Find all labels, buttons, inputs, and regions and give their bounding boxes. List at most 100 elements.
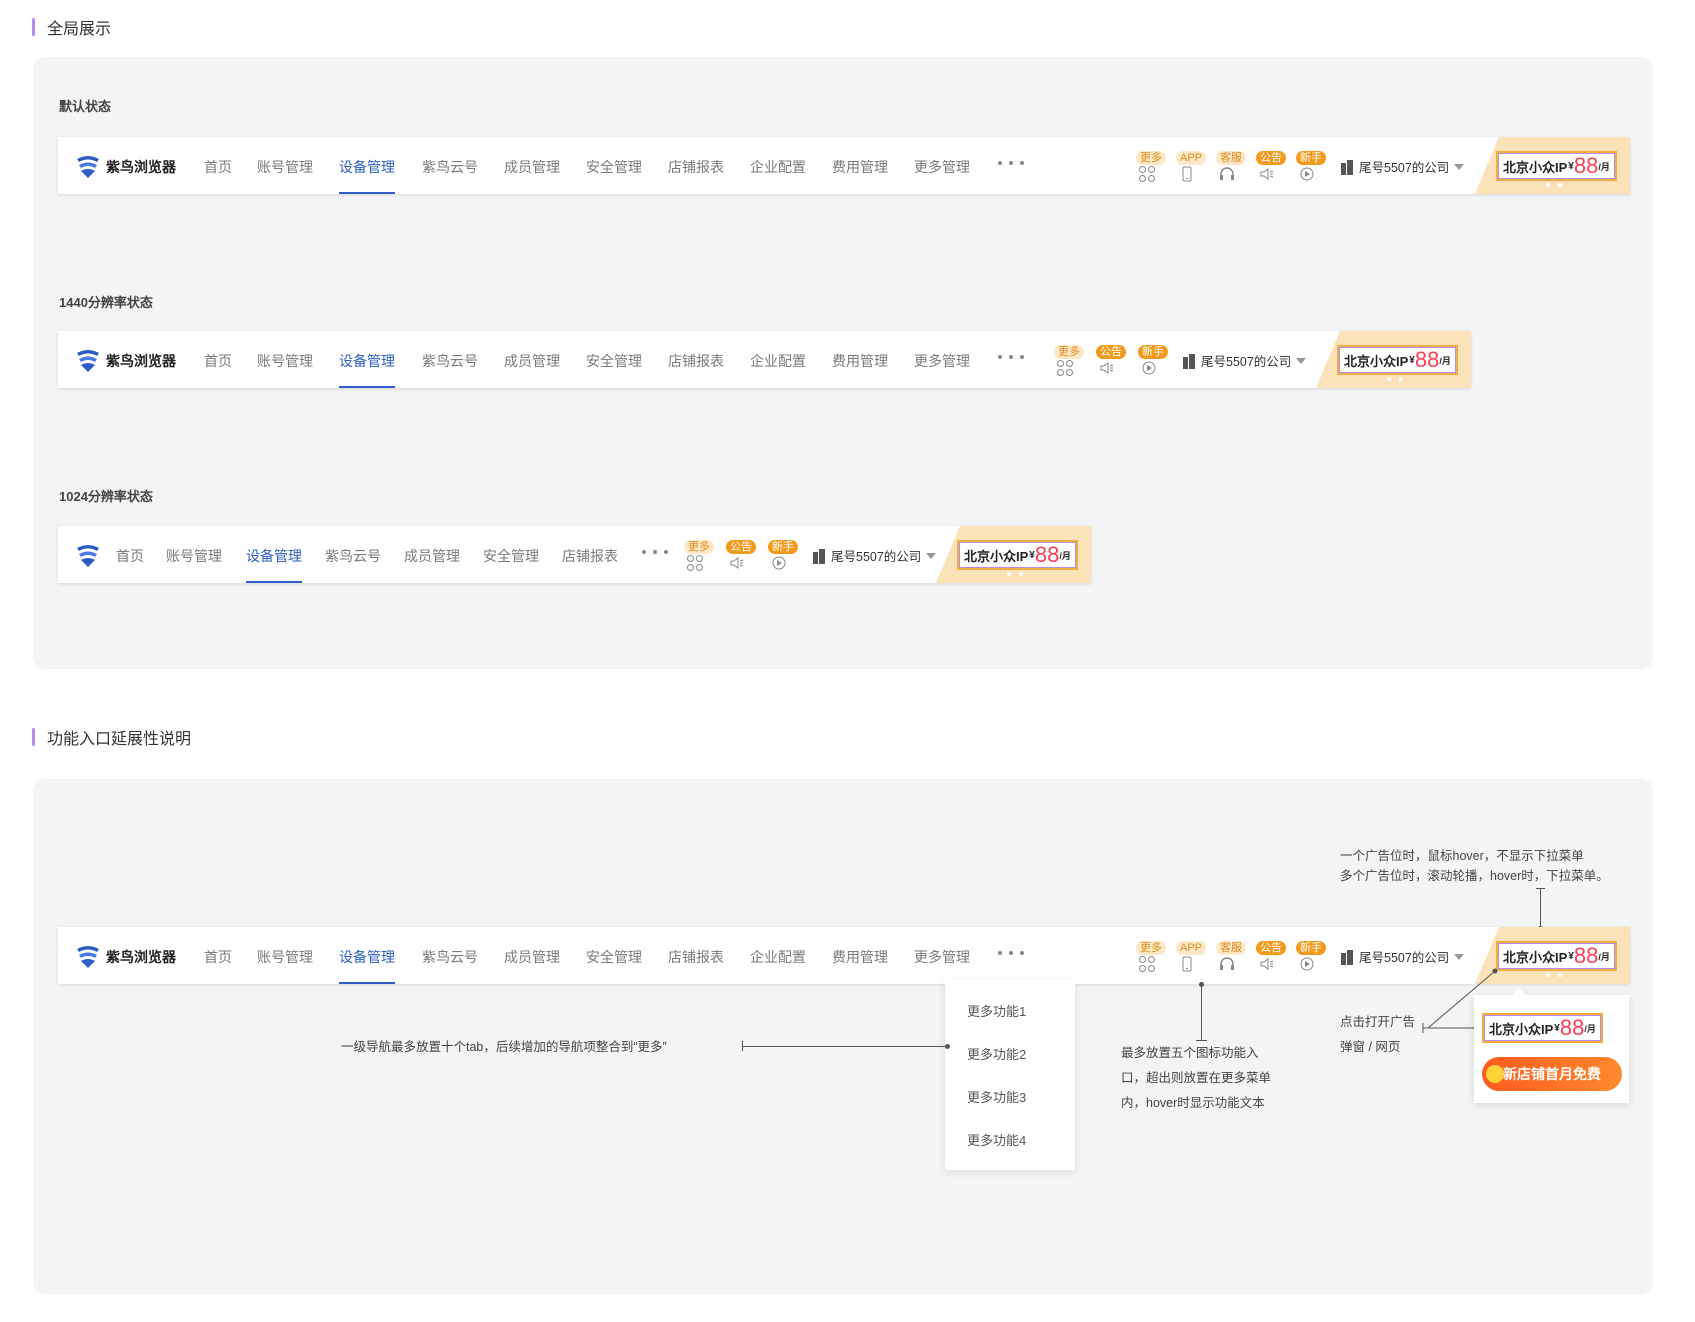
more-tabs-button[interactable] (998, 355, 1024, 361)
notice-button[interactable]: 公告 (1096, 345, 1130, 381)
tab-member[interactable]: 成员管理 (504, 351, 560, 371)
more-badge: 更多 (684, 540, 714, 554)
newbie-badge: 新手 (1296, 151, 1326, 165)
headset-icon (1220, 957, 1234, 970)
tab-device[interactable]: 设备管理 (246, 546, 302, 583)
app-button[interactable]: APP (1176, 941, 1210, 977)
tab-account[interactable]: 账号管理 (166, 546, 222, 566)
ad-banner[interactable]: 北京小众IP ¥88/月 (1496, 151, 1617, 181)
ad-carousel-dots[interactable] (1387, 377, 1403, 381)
ad-text: 北京小众IP (964, 548, 1029, 564)
guide-icon (1300, 957, 1314, 971)
icons-note: 最多放置五个图标功能入 口，超出则放置在更多菜单 内，hover时显示功能文本 (1121, 1041, 1271, 1116)
newbie-button[interactable]: 新手 (1138, 345, 1172, 381)
gift-icon (1486, 1065, 1504, 1083)
newbie-badge: 新手 (1138, 345, 1168, 359)
tab-cloud[interactable]: 紫鸟云号 (422, 157, 478, 177)
app-button[interactable]: APP (1176, 151, 1210, 187)
tab-billing[interactable]: 费用管理 (832, 157, 888, 177)
dropdown-item[interactable]: 更多功能3 (967, 1087, 1026, 1106)
ad-banner[interactable]: 北京小众IP ¥88/月 (1337, 345, 1458, 375)
tab-more-manage[interactable]: 更多管理 (914, 157, 970, 177)
service-badge: 客服 (1216, 151, 1246, 165)
company-selector[interactable]: 尾号5507的公司 (1340, 157, 1465, 176)
tab-member[interactable]: 成员管理 (404, 546, 460, 566)
tab-cloud[interactable]: 紫鸟云号 (422, 947, 478, 967)
ad-carousel-dots[interactable] (1007, 572, 1023, 576)
tab-account[interactable]: 账号管理 (257, 157, 313, 177)
tab-more-manage[interactable]: 更多管理 (914, 947, 970, 967)
company-name: 尾号5507的公司 (1201, 355, 1292, 369)
more-func-button[interactable]: 更多 (1136, 151, 1170, 187)
tab-device[interactable]: 设备管理 (339, 157, 395, 194)
headset-icon (1220, 167, 1234, 180)
newbie-button[interactable]: 新手 (1296, 151, 1330, 187)
tab-cloud[interactable]: 紫鸟云号 (422, 351, 478, 371)
tab-security[interactable]: 安全管理 (586, 947, 642, 967)
tab-report[interactable]: 店铺报表 (668, 157, 724, 177)
newbie-button[interactable]: 新手 (768, 540, 802, 576)
more-func-button[interactable]: 更多 (1136, 941, 1170, 977)
tab-more-manage[interactable]: 更多管理 (914, 351, 970, 371)
company-selector[interactable]: 尾号5507的公司 (1182, 351, 1307, 370)
tab-device[interactable]: 设备管理 (339, 947, 395, 984)
ad-note-line: 多个广告位时，滚动轮播，hover时，下拉菜单。 (1340, 869, 1609, 883)
ad-price: 88 (1573, 153, 1599, 178)
tab-report[interactable]: 店铺报表 (668, 351, 724, 371)
ad-banner[interactable]: 北京小众IP ¥88/月 (1482, 1013, 1603, 1043)
tab-report[interactable]: 店铺报表 (668, 947, 724, 967)
more-tabs-button[interactable] (998, 161, 1024, 167)
promo-banner[interactable]: 新店铺首月免费 (1482, 1057, 1622, 1091)
ad-banner[interactable]: 北京小众IP ¥88/月 (957, 540, 1078, 570)
more-tabs-button[interactable] (642, 550, 668, 556)
tab-home[interactable]: 首页 (204, 351, 232, 371)
tab-enterprise[interactable]: 企业配置 (750, 351, 806, 371)
tab-enterprise[interactable]: 企业配置 (750, 157, 806, 177)
building-icon (1183, 353, 1195, 369)
more-tabs-button[interactable] (998, 951, 1024, 957)
tab-member[interactable]: 成员管理 (504, 157, 560, 177)
tab-account[interactable]: 账号管理 (257, 351, 313, 371)
company-selector[interactable]: 尾号5507的公司 (812, 546, 937, 565)
more-func-button[interactable]: 更多 (1054, 345, 1088, 381)
more-func-button[interactable]: 更多 (684, 540, 718, 576)
tab-billing[interactable]: 费用管理 (832, 947, 888, 967)
ad-carousel-dots[interactable] (1546, 973, 1562, 977)
tab-member[interactable]: 成员管理 (504, 947, 560, 967)
tab-security[interactable]: 安全管理 (483, 546, 539, 566)
dropdown-item[interactable]: 更多功能1 (967, 1001, 1026, 1020)
tab-security[interactable]: 安全管理 (586, 157, 642, 177)
brand-logo-icon (77, 545, 99, 567)
service-button[interactable]: 客服 (1216, 151, 1250, 187)
annotation-line (1201, 984, 1202, 1040)
tab-device[interactable]: 设备管理 (339, 351, 395, 388)
ad-text: 北京小众IP (1503, 949, 1568, 965)
ad-banner[interactable]: 北京小众IP ¥88/月 (1496, 941, 1617, 971)
tab-home[interactable]: 首页 (116, 546, 144, 566)
brand-logo-icon (77, 350, 99, 372)
tab-security[interactable]: 安全管理 (586, 351, 642, 371)
notice-button[interactable]: 公告 (726, 540, 760, 576)
brand-logo-icon (77, 156, 99, 178)
notice-button[interactable]: 公告 (1256, 151, 1290, 187)
ad-carousel-dots[interactable] (1546, 183, 1562, 187)
tab-home[interactable]: 首页 (204, 157, 232, 177)
tab-cloud[interactable]: 紫鸟云号 (325, 546, 381, 566)
guide-icon (1142, 361, 1156, 375)
brand-logo-icon (77, 946, 99, 968)
tab-home[interactable]: 首页 (204, 947, 232, 967)
company-selector[interactable]: 尾号5507的公司 (1340, 947, 1465, 966)
tab-account[interactable]: 账号管理 (257, 947, 313, 967)
tab-report[interactable]: 店铺报表 (562, 546, 618, 566)
guide-icon (772, 556, 786, 570)
tab-billing[interactable]: 费用管理 (832, 351, 888, 371)
building-icon (813, 548, 825, 564)
click-note-line: 弹窗 / 网页 (1340, 1040, 1401, 1054)
tab-enterprise[interactable]: 企业配置 (750, 947, 806, 967)
service-button[interactable]: 客服 (1216, 941, 1250, 977)
dropdown-item[interactable]: 更多功能4 (967, 1130, 1026, 1149)
more-badge: 更多 (1136, 941, 1166, 955)
newbie-button[interactable]: 新手 (1296, 941, 1330, 977)
dropdown-item[interactable]: 更多功能2 (967, 1044, 1026, 1063)
notice-button[interactable]: 公告 (1256, 941, 1290, 977)
